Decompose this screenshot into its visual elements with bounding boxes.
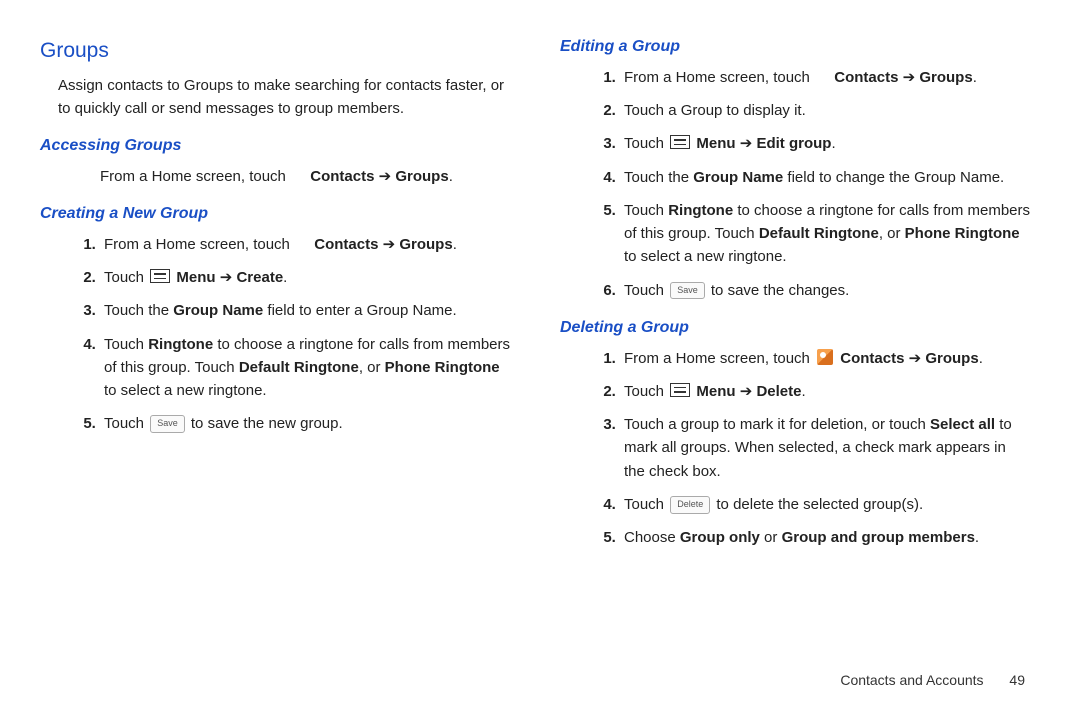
label-groups: Groups: [925, 350, 978, 367]
contacts-app-icon: [817, 349, 833, 365]
label-create: Create: [236, 269, 283, 286]
text: Touch: [624, 496, 668, 513]
delete-softkey: Delete: [670, 496, 710, 514]
menu-icon: [150, 269, 170, 283]
text: Touch: [104, 336, 148, 353]
step: Touch Menu ➔ Create.: [100, 266, 510, 289]
text: Touch the: [104, 302, 173, 319]
label-groups: Groups: [919, 69, 972, 86]
creating-steps: From a Home screen, touch Contacts ➔ Gro…: [40, 233, 510, 436]
step: Touch Menu ➔ Edit group.: [620, 132, 1030, 155]
text: , or: [359, 359, 385, 376]
text: From a Home screen, touch: [104, 236, 294, 253]
left-column: Groups Assign contacts to Groups to make…: [40, 35, 510, 559]
text: Touch: [624, 282, 668, 299]
heading-deleting: Deleting a Group: [560, 316, 1030, 341]
page-footer: Contacts and Accounts 49: [840, 670, 1025, 692]
heading-editing: Editing a Group: [560, 35, 1030, 60]
editing-steps: From a Home screen, touch Contacts ➔ Gro…: [560, 66, 1030, 302]
label-contacts: Contacts: [834, 69, 898, 86]
text: From a Home screen, touch: [100, 168, 290, 185]
text: Touch: [104, 415, 148, 432]
label-contacts: Contacts: [840, 350, 904, 367]
deleting-steps: From a Home screen, touch Contacts ➔ Gro…: [560, 347, 1030, 550]
text: field to change the Group Name.: [783, 169, 1004, 186]
step: Touch Save to save the changes.: [620, 279, 1030, 302]
intro-text: Assign contacts to Groups to make search…: [58, 74, 510, 121]
text: Choose: [624, 529, 680, 546]
arrow: ➔: [220, 269, 237, 286]
step: Touch Delete to delete the selected grou…: [620, 493, 1030, 516]
step: Touch a group to mark it for deletion, o…: [620, 413, 1030, 483]
label: Group Name: [173, 302, 263, 319]
step: From a Home screen, touch Contacts ➔ Gro…: [100, 233, 510, 256]
label: Default Ringtone: [759, 225, 879, 242]
label: Phone Ringtone: [385, 359, 500, 376]
text: From a Home screen, touch: [624, 69, 814, 86]
menu-icon: [670, 135, 690, 149]
label-groups: Groups: [399, 236, 452, 253]
label-delete: Delete: [756, 383, 801, 400]
label: Group and group members: [782, 529, 975, 546]
label-menu: Menu: [176, 269, 215, 286]
accessing-step: From a Home screen, touch Contacts ➔ Gro…: [100, 165, 510, 188]
step: Touch Ringtone to choose a ringtone for …: [620, 199, 1030, 269]
text: field to enter a Group Name.: [263, 302, 456, 319]
label: Phone Ringtone: [905, 225, 1020, 242]
menu-icon: [670, 383, 690, 397]
right-column: Editing a Group From a Home screen, touc…: [560, 35, 1030, 559]
text: to select a new ringtone.: [104, 382, 267, 399]
label-menu: Menu: [696, 135, 735, 152]
label-contacts: Contacts: [314, 236, 378, 253]
label-edit: Edit group: [756, 135, 831, 152]
arrow: ➔: [740, 135, 757, 152]
text: Touch: [624, 202, 668, 219]
step: Touch a Group to display it.: [620, 99, 1030, 122]
text: Touch the: [624, 169, 693, 186]
save-softkey: Save: [670, 282, 705, 300]
text: , or: [879, 225, 905, 242]
label: Group only: [680, 529, 760, 546]
text: Touch: [624, 135, 668, 152]
save-softkey: Save: [150, 415, 185, 433]
arrow: ➔: [740, 383, 757, 400]
text: Touch: [624, 383, 668, 400]
text: to delete the selected group(s).: [716, 496, 923, 513]
text: From a Home screen, touch: [624, 350, 814, 367]
text: or: [760, 529, 782, 546]
text: to save the changes.: [711, 282, 849, 299]
label: Ringtone: [148, 336, 213, 353]
text: to select a new ringtone.: [624, 248, 787, 265]
text: Touch: [104, 269, 148, 286]
text: Touch a group to mark it for deletion, o…: [624, 416, 930, 433]
step: Touch Menu ➔ Delete.: [620, 380, 1030, 403]
label: Ringtone: [668, 202, 733, 219]
label-menu: Menu: [696, 383, 735, 400]
step: From a Home screen, touch Contacts ➔ Gro…: [620, 347, 1030, 370]
label: Select all: [930, 416, 995, 433]
step: Touch Ringtone to choose a ringtone for …: [100, 333, 510, 403]
label-contacts: Contacts: [310, 168, 374, 185]
label-groups: Groups: [395, 168, 448, 185]
heading-groups: Groups: [40, 35, 510, 68]
footer-section: Contacts and Accounts: [840, 672, 983, 688]
step: Touch the Group Name field to enter a Gr…: [100, 299, 510, 322]
label: Default Ringtone: [239, 359, 359, 376]
text: .: [975, 529, 979, 546]
page-number: 49: [1009, 672, 1025, 688]
text: to save the new group.: [191, 415, 343, 432]
heading-creating: Creating a New Group: [40, 202, 510, 227]
step: Touch Save to save the new group.: [100, 412, 510, 435]
step: From a Home screen, touch Contacts ➔ Gro…: [620, 66, 1030, 89]
step: Touch the Group Name field to change the…: [620, 166, 1030, 189]
heading-accessing: Accessing Groups: [40, 134, 510, 159]
step: Choose Group only or Group and group mem…: [620, 526, 1030, 549]
label: Group Name: [693, 169, 783, 186]
